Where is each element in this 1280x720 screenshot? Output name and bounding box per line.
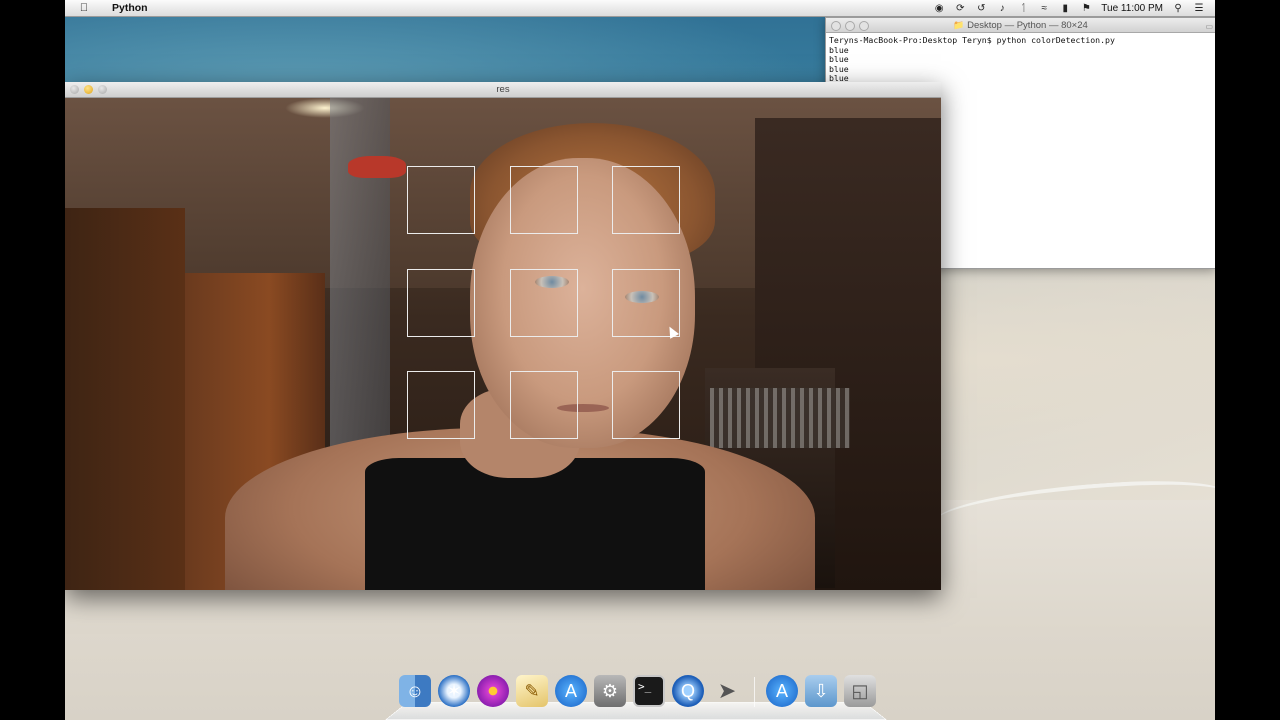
minimize-button[interactable] — [845, 21, 855, 31]
wifi-icon[interactable]: ≈ — [1038, 3, 1050, 14]
dock-separator — [754, 677, 755, 707]
menu-bar:  Python ◉ ⟳ ↺ ♪ ᛐ ≈ ▮ ⚑ Tue 11:00 PM ⚲ … — [65, 0, 1215, 17]
apple-menu-icon[interactable]:  — [78, 2, 90, 14]
terminal-icon[interactable]: >_ — [633, 675, 665, 707]
zoom-button[interactable] — [98, 85, 107, 94]
close-button[interactable] — [70, 85, 79, 94]
detection-box — [510, 166, 578, 234]
detection-box — [612, 166, 680, 234]
menu-clock[interactable]: Tue 11:00 PM — [1101, 3, 1163, 14]
trash-icon[interactable]: ◱ — [844, 675, 876, 707]
flag-icon[interactable]: ⚑ — [1080, 3, 1092, 14]
desktop:  Python ◉ ⟳ ↺ ♪ ᛐ ≈ ▮ ⚑ Tue 11:00 PM ⚲ … — [65, 0, 1215, 720]
app-store-icon[interactable]: A — [555, 675, 587, 707]
system-preferences-icon[interactable]: ⚙ — [594, 675, 626, 707]
detection-box — [407, 269, 475, 337]
sync-icon[interactable]: ⟳ — [954, 3, 966, 14]
detection-box — [407, 371, 475, 439]
camera-feed — [65, 98, 941, 590]
terminal-line: blue — [829, 63, 849, 74]
textedit-icon[interactable]: ✎ — [516, 675, 548, 707]
hanging-clothes — [710, 388, 850, 448]
detection-box — [407, 166, 475, 234]
zoom-button[interactable] — [859, 21, 869, 31]
terminal-line: blue — [829, 54, 849, 64]
red-hat — [348, 156, 406, 178]
bluetooth-icon[interactable]: ᛐ — [1017, 3, 1029, 14]
close-button[interactable] — [831, 21, 841, 31]
dock: ☺ ✶ ✎ A ⚙ >_ Q ➤ A ⇩ ◱ — [385, 673, 887, 720]
finder-icon[interactable]: ☺ — [399, 675, 431, 707]
terminal-line: Teryns-MacBook-Pro:Desktop Teryn$ python… — [829, 35, 1115, 45]
photo-flower-icon[interactable] — [477, 675, 509, 707]
volume-icon[interactable]: ♪ — [996, 3, 1008, 14]
rocket-icon[interactable]: ➤ — [711, 675, 743, 707]
terminal-output[interactable]: Teryns-MacBook-Pro:Desktop Teryn$ python… — [826, 33, 1215, 87]
terminal-window-controls — [831, 21, 869, 31]
safari-icon[interactable]: ✶ — [438, 675, 470, 707]
detection-box — [510, 269, 578, 337]
folder-icon: 📁 — [953, 20, 965, 30]
status-area: ◉ ⟳ ↺ ♪ ᛐ ≈ ▮ ⚑ Tue 11:00 PM ⚲ ☰ — [933, 3, 1205, 14]
dock-icons: ☺ ✶ ✎ A ⚙ >_ Q ➤ A ⇩ ◱ — [399, 675, 876, 707]
res-window[interactable]: res — [65, 82, 941, 590]
minimize-button[interactable] — [84, 85, 93, 94]
app-menu-python[interactable]: Python — [112, 2, 148, 14]
battery-icon[interactable]: ▮ — [1059, 3, 1071, 14]
downloads-folder-icon[interactable]: ⇩ — [805, 675, 837, 707]
record-icon[interactable]: ◉ — [933, 3, 945, 14]
quicktime-icon[interactable]: Q — [672, 675, 704, 707]
res-window-controls — [70, 85, 107, 94]
res-titlebar[interactable]: res — [65, 82, 941, 98]
terminal-titlebar[interactable]: 📁 Desktop — Python — 80×24 ▭ — [826, 18, 1215, 33]
toolbar-toggle-icon[interactable]: ▭ — [1205, 20, 1213, 34]
res-window-title: res — [496, 84, 510, 95]
list-icon[interactable]: ☰ — [1193, 3, 1205, 14]
time-machine-icon[interactable]: ↺ — [975, 3, 987, 14]
spotlight-icon[interactable]: ⚲ — [1172, 3, 1184, 14]
terminal-title: Desktop — Python — 80×24 — [967, 20, 1088, 31]
detection-box — [510, 371, 578, 439]
detection-box — [612, 371, 680, 439]
doorway — [65, 208, 185, 590]
app-store-folder-icon[interactable]: A — [766, 675, 798, 707]
terminal-line: blue — [829, 44, 849, 55]
